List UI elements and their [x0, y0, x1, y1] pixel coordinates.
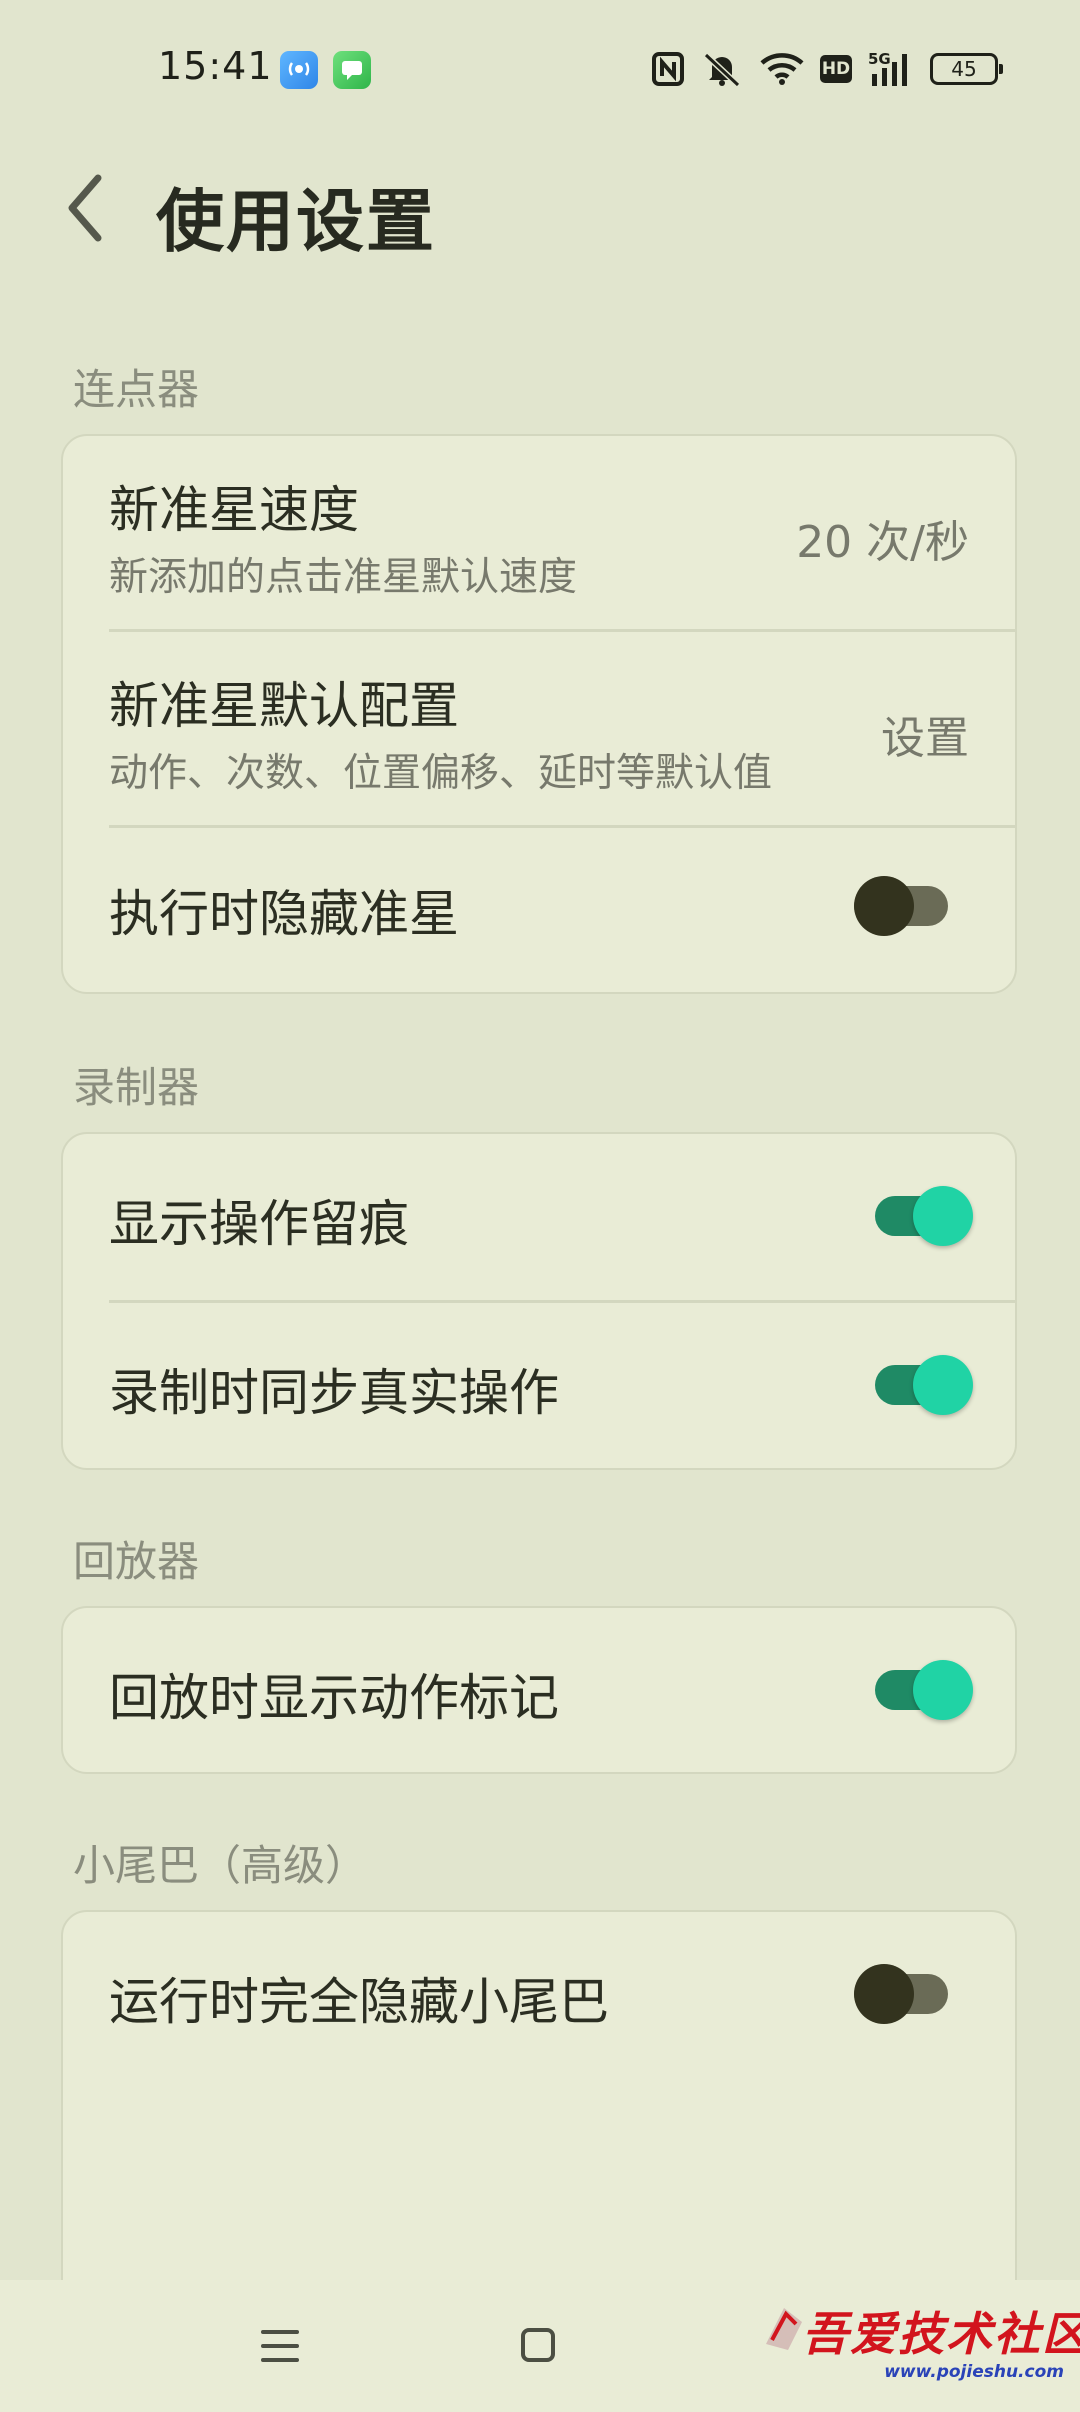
section-title-player: 回放器 [73, 1537, 200, 1586]
watermark: 吾爱技术社区 www.pojieshu.com [758, 2298, 1080, 2388]
setting-title: 执行时隐藏准星 [109, 885, 459, 943]
mute-bell-icon [703, 52, 741, 87]
card-tail: 运行时完全隐藏小尾巴 [61, 1910, 1017, 2330]
setting-show-action-marks[interactable]: 回放时显示动作标记 [63, 1608, 1015, 1772]
chevron-left-icon [68, 174, 102, 242]
status-time: 15:41 [158, 44, 273, 88]
toggle-thumb [854, 876, 914, 936]
home-icon[interactable] [521, 2328, 555, 2362]
status-icons: HD 5G 45 [652, 44, 1003, 94]
watermark-url: www.pojieshu.com [884, 2362, 1064, 2382]
hd-voice-icon: HD [820, 55, 852, 83]
message-app-icon [333, 51, 371, 89]
setting-title: 回放时显示动作标记 [109, 1669, 559, 1727]
nfc-icon [652, 52, 684, 86]
watermark-logo-icon [766, 2308, 802, 2350]
signal-icon: 5G [868, 50, 907, 86]
hide-tail-toggle[interactable] [854, 1964, 948, 2024]
setting-hide-crosshair[interactable]: 执行时隐藏准星 [63, 828, 1015, 992]
card-player: 回放时显示动作标记 [61, 1606, 1017, 1774]
setting-title: 新准星速度 [109, 481, 359, 539]
setting-sync-real-ops[interactable]: 录制时同步真实操作 [63, 1303, 1015, 1468]
watermark-text: 吾爱技术社区 [802, 2307, 1080, 2361]
show-action-marks-toggle[interactable] [875, 1660, 973, 1720]
section-title-recorder: 录制器 [73, 1063, 200, 1112]
toggle-thumb [854, 1964, 914, 2024]
network-type: 5G [868, 50, 891, 68]
card-clicker: 新准星速度 新添加的点击准星默认速度 20 次/秒 新准星默认配置 动作、次数、… [61, 434, 1017, 994]
setting-hide-tail[interactable]: 运行时完全隐藏小尾巴 [63, 1912, 1015, 2078]
setting-title: 显示操作留痕 [109, 1195, 409, 1253]
setting-subtitle: 新添加的点击准星默认速度 [109, 555, 578, 600]
toggle-thumb [913, 1186, 973, 1246]
hide-crosshair-toggle[interactable] [854, 876, 948, 936]
setting-new-crosshair-speed[interactable]: 新准星速度 新添加的点击准星默认速度 20 次/秒 [63, 436, 1015, 630]
setting-title: 录制时同步真实操作 [109, 1364, 559, 1422]
toggle-thumb [913, 1660, 973, 1720]
speed-value: 20 次/秒 [796, 517, 969, 568]
setting-show-traces[interactable]: 显示操作留痕 [63, 1134, 1015, 1300]
page-title: 使用设置 [156, 183, 437, 262]
app-notification-icon [280, 51, 318, 89]
status-bar: 15:41 HD 5G 45 [0, 0, 1080, 140]
toggle-thumb [913, 1355, 973, 1415]
setting-subtitle: 动作、次数、位置偏移、延时等默认值 [109, 751, 773, 796]
battery-icon: 45 [930, 53, 1003, 85]
section-title-clicker: 连点器 [73, 365, 200, 414]
show-traces-toggle[interactable] [875, 1186, 973, 1246]
wifi-icon [760, 53, 804, 85]
configure-link[interactable]: 设置 [881, 702, 969, 766]
setting-title: 运行时完全隐藏小尾巴 [109, 1973, 609, 2031]
back-button[interactable] [58, 168, 128, 248]
section-title-tail: 小尾巴（高级） [73, 1841, 368, 1890]
card-recorder: 显示操作留痕 录制时同步真实操作 [61, 1132, 1017, 1470]
sync-real-ops-toggle[interactable] [875, 1355, 973, 1415]
recent-apps-icon[interactable] [261, 2326, 299, 2366]
setting-title: 新准星默认配置 [109, 677, 459, 735]
navigation-bar: 吾爱技术社区 www.pojieshu.com [0, 2280, 1080, 2412]
setting-new-crosshair-default[interactable]: 新准星默认配置 动作、次数、位置偏移、延时等默认值 设置 [63, 632, 1015, 826]
